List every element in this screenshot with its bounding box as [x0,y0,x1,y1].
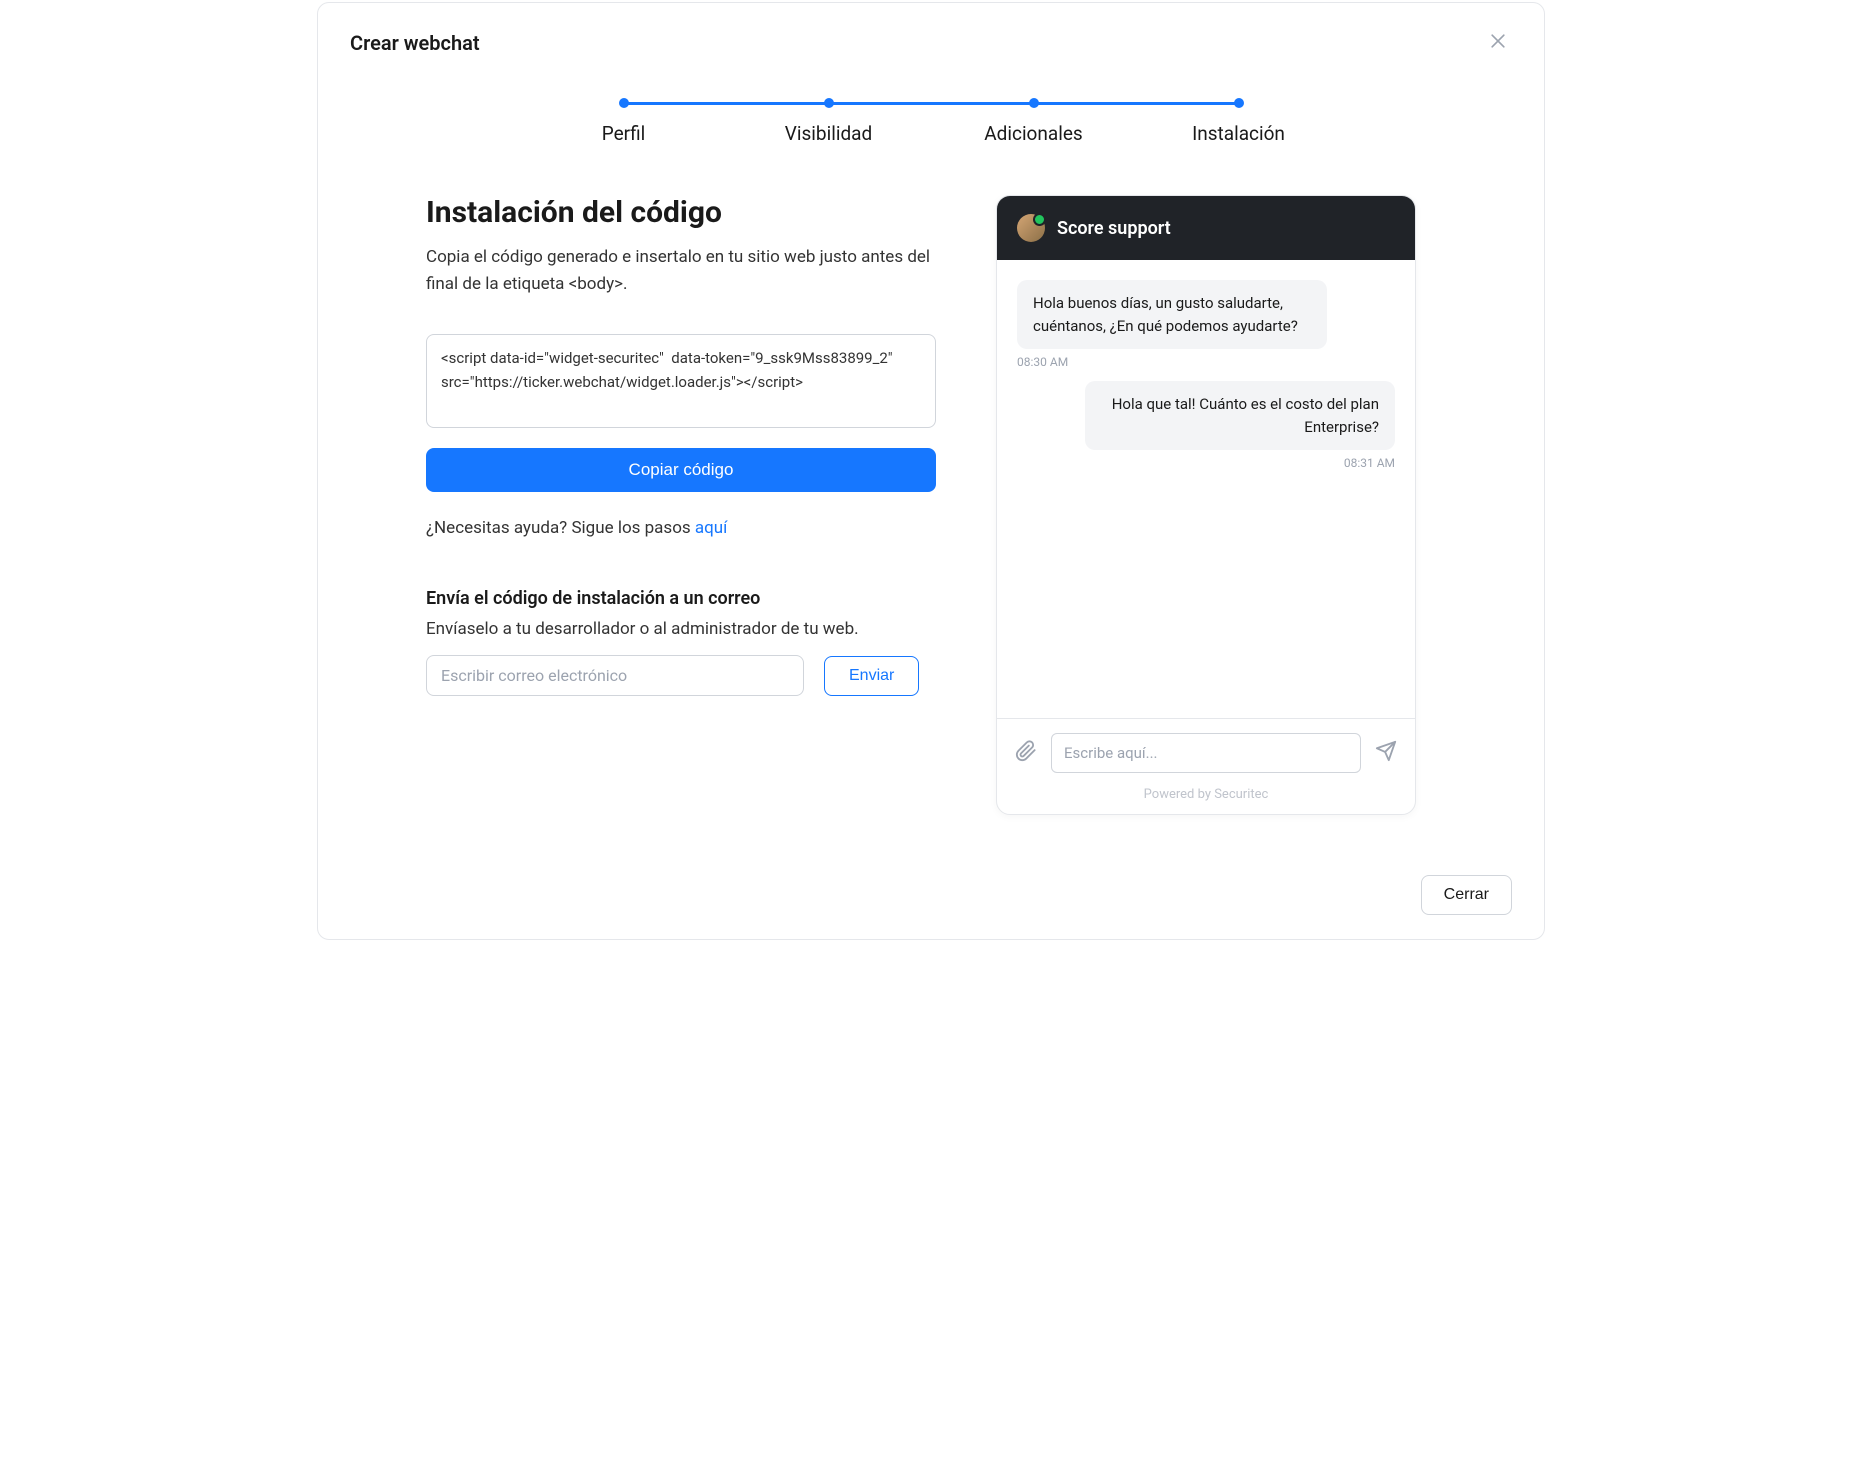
modal-footer: Cerrar [350,875,1512,915]
attachment-icon[interactable] [1015,740,1037,766]
step-label: Perfil [521,122,726,145]
message-timestamp: 08:30 AM [1017,355,1068,369]
create-webchat-modal: Crear webchat Perfil Visibilidad Adicion… [317,2,1545,940]
modal-header: Crear webchat [350,27,1512,58]
install-title: Instalación del código [426,195,936,230]
chat-preview-card: Score support Hola buenos días, un gusto… [996,195,1416,815]
step-adicionales[interactable]: Adicionales [931,98,1136,145]
chat-input-row [997,718,1415,781]
chat-preview-column: Score support Hola buenos días, un gusto… [996,195,1416,815]
email-section-title: Envía el código de instalación a un corr… [426,588,936,609]
message-bubble: Hola buenos días, un gusto saludarte, cu… [1017,280,1327,349]
close-footer-button[interactable]: Cerrar [1421,875,1512,915]
install-column: Instalación del código Copia el código g… [426,195,936,815]
step-instalacion[interactable]: Instalación [1136,98,1341,145]
step-dot-icon [1029,98,1039,108]
close-button[interactable] [1484,27,1512,58]
modal-content: Instalación del código Copia el código g… [350,195,1512,815]
install-description: Copia el código generado e insertalo en … [426,244,936,298]
step-label: Adicionales [931,122,1136,145]
help-prefix: ¿Necesitas ayuda? Sigue los pasos [426,518,695,538]
step-dot-icon [619,98,629,108]
step-connector [1034,102,1239,105]
powered-by-label: Powered by Securitec [997,781,1415,814]
email-input[interactable] [426,655,804,696]
chat-body: Hola buenos días, un gusto saludarte, cu… [997,260,1415,718]
step-connector [829,102,1034,105]
close-icon [1488,31,1508,51]
step-visibilidad[interactable]: Visibilidad [726,98,931,145]
chat-message-incoming: Hola buenos días, un gusto saludarte, cu… [1017,280,1395,369]
help-text: ¿Necesitas ayuda? Sigue los pasos aquí [426,518,936,538]
code-snippet-box[interactable] [426,334,936,428]
email-row: Enviar [426,655,936,696]
email-section-description: Envíaselo a tu desarrollador o al admini… [426,619,936,639]
step-label: Visibilidad [726,122,931,145]
stepper: Perfil Visibilidad Adicionales Instalaci… [521,98,1341,145]
step-dot-icon [1234,98,1244,108]
modal-title: Crear webchat [350,31,480,55]
step-connector [624,102,829,105]
avatar [1017,214,1045,242]
send-email-button[interactable]: Enviar [824,656,919,696]
send-icon[interactable] [1375,740,1397,766]
message-timestamp: 08:31 AM [1344,456,1395,470]
step-perfil[interactable]: Perfil [521,98,726,145]
message-bubble: Hola que tal! Cuánto es el costo del pla… [1085,381,1395,450]
step-dot-icon [824,98,834,108]
chat-message-outgoing: Hola que tal! Cuánto es el costo del pla… [1017,381,1395,470]
copy-code-button[interactable]: Copiar código [426,448,936,492]
chat-header: Score support [997,196,1415,260]
chat-input[interactable] [1051,733,1361,773]
help-link[interactable]: aquí [695,518,728,538]
chat-title: Score support [1057,218,1171,239]
step-label: Instalación [1136,122,1341,145]
